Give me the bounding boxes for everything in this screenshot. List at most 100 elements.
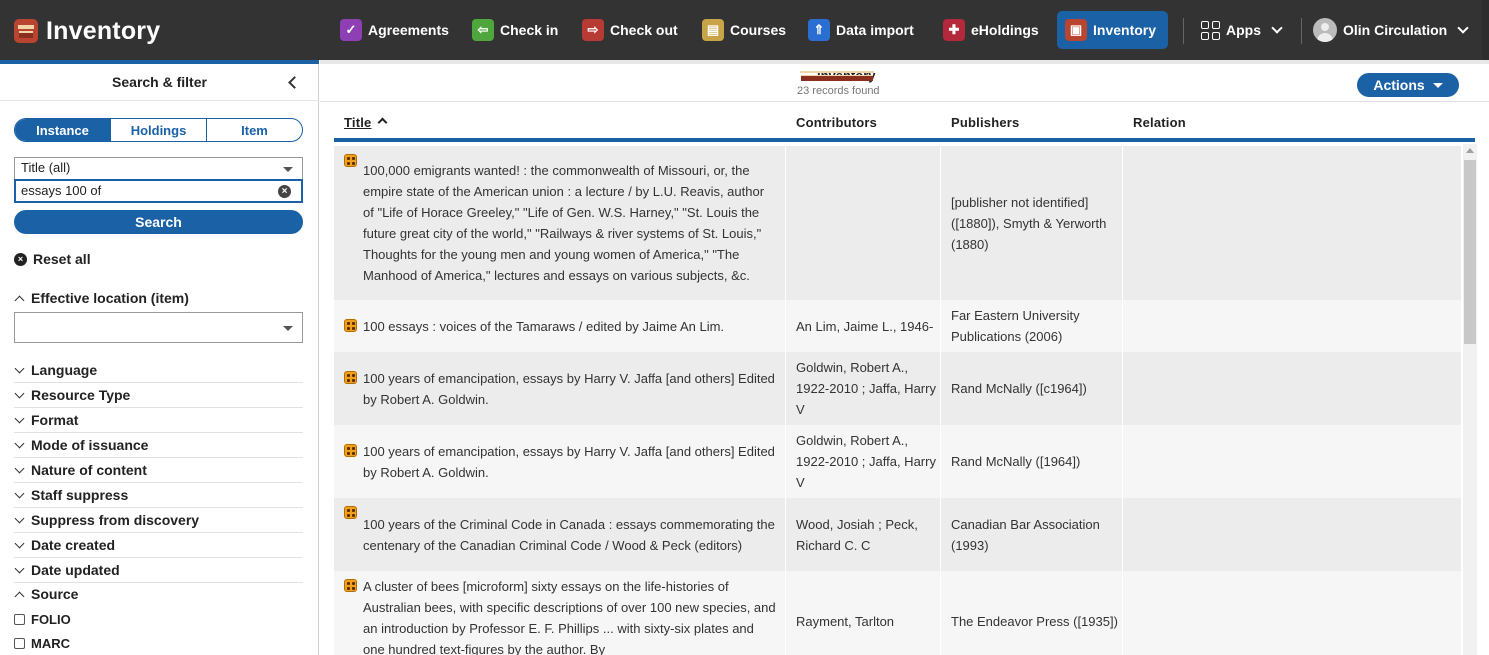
top-navigation-bar: Inventory ✓ Agreements ⇦ Check in ⇨ Chec…	[0, 0, 1489, 60]
collapse-pane-icon[interactable]	[288, 76, 301, 89]
chevron-down-icon	[14, 388, 25, 398]
check-in-icon: ⇦	[472, 19, 494, 41]
scroll-up-arrow-icon[interactable]	[1466, 148, 1474, 153]
source-option-marc[interactable]: MARC	[14, 636, 70, 651]
title-text: 100 essays : voices of the Tamaraws / ed…	[363, 318, 725, 334]
facet-label: Date updated	[31, 562, 120, 578]
facet-language[interactable]: Language	[14, 358, 303, 383]
column-header-relation[interactable]: Relation	[1133, 115, 1186, 130]
contributors-cell: An Lim, Jaime L., 1946-	[785, 300, 941, 352]
nav-divider	[1301, 18, 1302, 44]
accordion-label: Effective location (item)	[31, 290, 189, 306]
publishers-cell: Canadian Bar Association (1993)	[940, 498, 1123, 571]
effective-location-select[interactable]	[14, 312, 303, 343]
column-label: Title	[344, 115, 372, 130]
nav-label: Courses	[730, 22, 787, 38]
table-row[interactable]: 100 years of emancipation, essays by Har…	[334, 425, 1461, 498]
actions-button[interactable]: Actions	[1357, 73, 1459, 97]
contributors-cell: Rayment, Tarlton	[785, 571, 941, 655]
clear-search-icon[interactable]: ×	[278, 185, 291, 198]
accordion-label: Source	[31, 586, 79, 602]
chevron-down-icon	[14, 488, 25, 498]
instance-icon	[344, 319, 357, 332]
nav-check-in[interactable]: ⇦ Check in	[464, 11, 566, 49]
reset-all-button[interactable]: × Reset all	[14, 251, 91, 267]
nav-check-out[interactable]: ⇨ Check out	[574, 11, 686, 49]
relation-cell	[1122, 300, 1461, 352]
table-row[interactable]: 100,000 emigrants wanted! : the commonwe…	[334, 146, 1461, 300]
facet-date-created[interactable]: Date created	[14, 533, 303, 558]
search-field-select[interactable]: Title (all)	[14, 157, 303, 179]
title-text: 100,000 emigrants wanted! : the commonwe…	[363, 163, 765, 283]
nav-inventory[interactable]: ▣ Inventory	[1057, 11, 1168, 49]
search-button[interactable]: Search	[14, 210, 303, 234]
title-cell: 100,000 emigrants wanted! : the commonwe…	[334, 146, 785, 300]
dropdown-caret-icon	[1432, 82, 1443, 88]
results-title: Inventory	[798, 68, 876, 83]
accordion-source[interactable]: Source	[14, 586, 78, 602]
nav-courses[interactable]: ▤ Courses	[694, 11, 794, 49]
table-row[interactable]: 100 years of the Criminal Code in Canada…	[334, 498, 1461, 571]
facet-resource-type[interactable]: Resource Type	[14, 383, 303, 408]
source-option-folio[interactable]: FOLIO	[14, 612, 71, 627]
search-input[interactable]: essays 100 of ×	[14, 179, 303, 203]
agreements-icon: ✓	[340, 19, 362, 41]
segment-instance[interactable]: Instance	[15, 119, 110, 141]
contributors-cell: Goldwin, Robert A., 1922-2010 ; Jaffa, H…	[785, 352, 941, 425]
courses-icon: ▤	[702, 19, 724, 41]
column-header-publishers[interactable]: Publishers	[951, 115, 1019, 130]
relation-cell	[1122, 571, 1461, 655]
title-cell: 100 years of emancipation, essays by Har…	[334, 425, 785, 498]
facet-suppress-from-discovery[interactable]: Suppress from discovery	[14, 508, 303, 533]
publishers-cell: The Endeavor Press ([1935])	[940, 571, 1123, 655]
checkbox[interactable]	[14, 614, 25, 625]
publishers-cell: Rand McNally ([1964])	[940, 425, 1123, 498]
column-header-contributors[interactable]: Contributors	[796, 115, 877, 130]
facet-nature-of-content[interactable]: Nature of content	[14, 458, 303, 483]
dropdown-caret-icon	[283, 326, 293, 331]
chevron-down-icon	[1457, 22, 1469, 34]
publishers-cell: [publisher not identified] ([1880]), Smy…	[940, 146, 1123, 300]
search-segment-control: Instance Holdings Item	[14, 118, 303, 142]
apps-menu[interactable]: Apps	[1193, 11, 1291, 49]
table-row[interactable]: 100 essays : voices of the Tamaraws / ed…	[334, 300, 1461, 352]
facet-mode-of-issuance[interactable]: Mode of issuance	[14, 433, 303, 458]
nav-agreements[interactable]: ✓ Agreements	[332, 11, 457, 49]
nav-label: Data import	[836, 22, 914, 38]
scrollbar-thumb[interactable]	[1464, 160, 1476, 344]
segment-holdings[interactable]: Holdings	[110, 119, 206, 141]
accordion-effective-location[interactable]: Effective location (item)	[14, 290, 189, 306]
facet-date-updated[interactable]: Date updated	[14, 558, 303, 583]
nav-eholdings[interactable]: ✚ eHoldings	[935, 11, 1047, 49]
check-out-icon: ⇨	[582, 19, 604, 41]
app-brand[interactable]: Inventory	[14, 16, 160, 46]
reset-label: Reset all	[33, 251, 91, 267]
header-rule	[334, 138, 1475, 142]
nav-data-import[interactable]: ⇑ Data import	[800, 11, 922, 49]
checkbox[interactable]	[14, 638, 25, 649]
contributors-cell: Wood, Josiah ; Peck, Richard C. C	[785, 498, 941, 571]
nav-label: eHoldings	[971, 22, 1039, 38]
chevron-down-icon	[14, 363, 25, 373]
relation-cell	[1122, 425, 1461, 498]
table-row[interactable]: 100 years of emancipation, essays by Har…	[334, 352, 1461, 425]
instance-icon	[344, 371, 357, 384]
segment-item[interactable]: Item	[206, 119, 302, 141]
facet-label: Resource Type	[31, 387, 131, 403]
user-menu[interactable]: Olin Circulation	[1305, 11, 1477, 49]
title-text: 100 years of emancipation, essays by Har…	[363, 443, 775, 480]
title-cell: A cluster of bees [microform] sixty essa…	[334, 571, 785, 655]
column-header-title[interactable]: Title	[344, 115, 387, 130]
nav-label: Check in	[500, 22, 559, 38]
pane-header: Search & filter	[0, 64, 319, 101]
eholdings-icon: ✚	[943, 19, 965, 41]
title-text: A cluster of bees [microform] sixty essa…	[363, 579, 776, 655]
chevron-down-icon	[14, 413, 25, 423]
table-row[interactable]: A cluster of bees [microform] sixty essa…	[334, 571, 1461, 655]
facet-format[interactable]: Format	[14, 408, 303, 433]
facet-label: Nature of content	[31, 462, 147, 478]
facet-staff-suppress[interactable]: Staff suppress	[14, 483, 303, 508]
inventory-app-icon	[798, 69, 812, 83]
facet-label: Date created	[31, 537, 116, 553]
chevron-up-icon	[14, 591, 25, 601]
